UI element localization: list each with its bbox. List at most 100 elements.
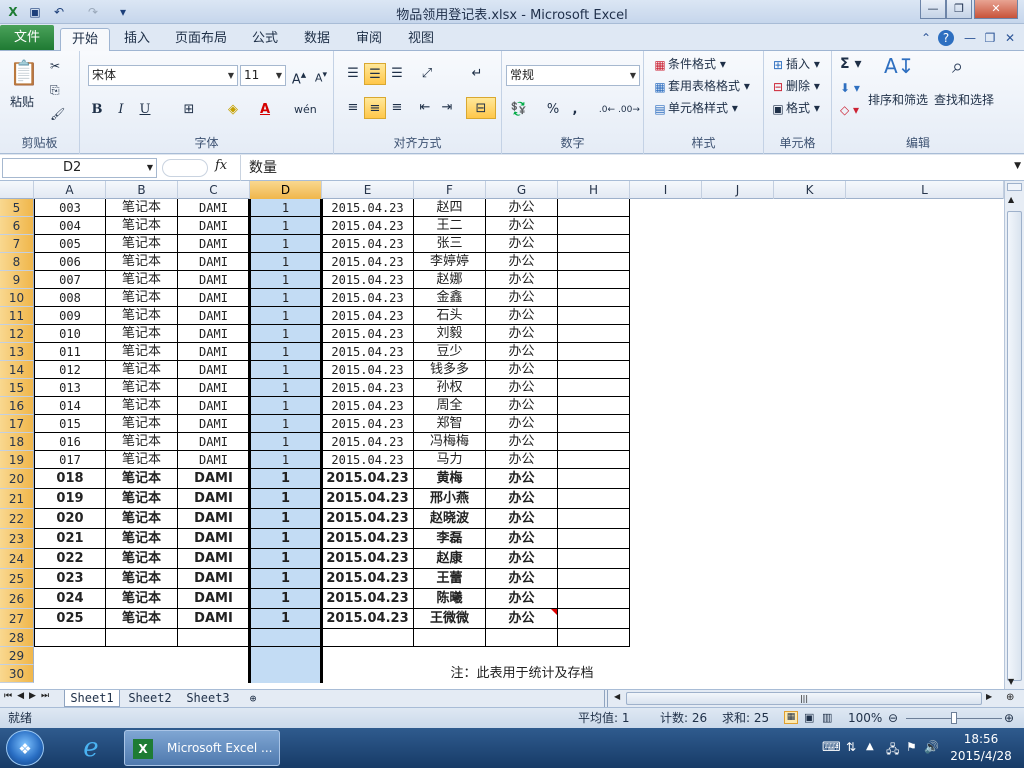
cell-c-25[interactable]: DAMI — [178, 569, 250, 589]
cell-c-7[interactable]: DAMI — [178, 235, 250, 253]
cell-h-23[interactable] — [558, 529, 630, 549]
cell-e-9[interactable]: 2015.04.23 — [322, 271, 414, 289]
start-button-icon[interactable]: ❖ — [6, 730, 44, 766]
copy-icon[interactable]: ⎘ — [50, 81, 60, 99]
cell-c-6[interactable]: DAMI — [178, 217, 250, 235]
cell-c-9[interactable]: DAMI — [178, 271, 250, 289]
cell-g-6[interactable]: 办公 — [486, 217, 558, 235]
cell-f-7[interactable]: 张三 — [414, 235, 486, 253]
cell-b-9[interactable]: 笔记本 — [106, 271, 178, 289]
cell-a-24[interactable]: 022 — [34, 549, 106, 569]
cell-g-20[interactable]: 办公 — [486, 469, 558, 489]
cell-e-25[interactable]: 2015.04.23 — [322, 569, 414, 589]
name-box[interactable]: D2 ▼ — [2, 158, 157, 178]
cell-d-17[interactable]: 1 — [250, 415, 322, 433]
zoom-out-icon[interactable]: ⊖ — [888, 708, 898, 728]
cell-a-8[interactable]: 006 — [34, 253, 106, 271]
row-header[interactable]: 18 — [0, 433, 34, 451]
cell-h-18[interactable] — [558, 433, 630, 451]
hscroll-thumb[interactable]: ||| — [626, 692, 982, 705]
row-header[interactable]: 23 — [0, 529, 34, 549]
font-name-combo[interactable]: 宋体 ▼ — [88, 65, 238, 86]
cell-b-21[interactable]: 笔记本 — [106, 489, 178, 509]
conditional-format-button[interactable]: ▦ 条件格式 ▾ — [652, 55, 726, 73]
sheet-tab-1[interactable]: Sheet1 — [64, 690, 120, 707]
increase-decimal-icon[interactable]: .0← — [596, 99, 618, 121]
align-bottom-icon[interactable]: ☰ — [386, 63, 408, 85]
cell-h-14[interactable] — [558, 361, 630, 379]
cell-d-19[interactable]: 1 — [250, 451, 322, 469]
row-header[interactable]: 21 — [0, 489, 34, 509]
cell-f-5[interactable]: 赵四 — [414, 199, 486, 217]
cell-a-19[interactable]: 017 — [34, 451, 106, 469]
cell-f-23[interactable]: 李磊 — [414, 529, 486, 549]
underline-button[interactable]: U — [134, 99, 156, 121]
row-header[interactable]: 20 — [0, 469, 34, 489]
sheet-tab-2[interactable]: Sheet2 — [122, 690, 178, 707]
note-text[interactable]: 注：此表用于统计及存档 — [414, 665, 630, 683]
row-header[interactable]: 29 — [0, 647, 34, 665]
column-header-h[interactable]: H — [558, 181, 630, 199]
wrap-text-icon[interactable]: ↵ — [466, 63, 488, 85]
cell-h-26[interactable] — [558, 589, 630, 609]
column-header-c[interactable]: C — [178, 181, 250, 199]
format-cells-button[interactable]: ▣ 格式 ▾ — [770, 99, 820, 117]
cell-b-26[interactable]: 笔记本 — [106, 589, 178, 609]
align-top-icon[interactable]: ☰ — [342, 63, 364, 85]
cell-b-28[interactable] — [106, 629, 178, 647]
cell-h-17[interactable] — [558, 415, 630, 433]
cell-c-19[interactable]: DAMI — [178, 451, 250, 469]
tab-page-layout[interactable]: 页面布局 — [170, 28, 232, 51]
currency-icon[interactable]: 💱 — [508, 99, 530, 121]
row-header[interactable]: 27 — [0, 609, 34, 629]
cell-a-10[interactable]: 008 — [34, 289, 106, 307]
cell-e-14[interactable]: 2015.04.23 — [322, 361, 414, 379]
cell-c-28[interactable] — [178, 629, 250, 647]
sheet-tab-3[interactable]: Sheet3 — [180, 690, 236, 707]
percent-button[interactable]: % — [542, 99, 564, 121]
row-header[interactable]: 19 — [0, 451, 34, 469]
cell-b-6[interactable]: 笔记本 — [106, 217, 178, 235]
cell-a-26[interactable]: 024 — [34, 589, 106, 609]
cell-c-26[interactable]: DAMI — [178, 589, 250, 609]
workbook-restore-icon[interactable]: ❐ — [982, 30, 998, 46]
cell-e-10[interactable]: 2015.04.23 — [322, 289, 414, 307]
cell-d-20[interactable]: 1 — [250, 469, 322, 489]
column-header-d[interactable]: D — [250, 181, 322, 199]
zoom-level[interactable]: 100% — [848, 708, 882, 728]
cell-a-13[interactable]: 011 — [34, 343, 106, 361]
cell-e-27[interactable]: 2015.04.23 — [322, 609, 414, 629]
cell-d-8[interactable]: 1 — [250, 253, 322, 271]
cell-g-12[interactable]: 办公 — [486, 325, 558, 343]
cell-b-27[interactable]: 笔记本 — [106, 609, 178, 629]
column-header-b[interactable]: B — [106, 181, 178, 199]
row-header[interactable]: 24 — [0, 549, 34, 569]
cell-c-21[interactable]: DAMI — [178, 489, 250, 509]
cell-d-11[interactable]: 1 — [250, 307, 322, 325]
scroll-up-icon[interactable]: ▲ — [1008, 195, 1014, 204]
cell-f-24[interactable]: 赵康 — [414, 549, 486, 569]
cell-d-7[interactable]: 1 — [250, 235, 322, 253]
cell-a-22[interactable]: 020 — [34, 509, 106, 529]
cell-g-16[interactable]: 办公 — [486, 397, 558, 415]
cell-styles-button[interactable]: ▤ 单元格样式 ▾ — [652, 99, 738, 117]
taskbar-excel-button[interactable]: X Microsoft Excel ... — [124, 730, 280, 766]
flag-icon[interactable]: ⚑ — [906, 740, 917, 754]
row-header[interactable]: 25 — [0, 569, 34, 589]
cell-b-22[interactable]: 笔记本 — [106, 509, 178, 529]
cell-f-28[interactable] — [414, 629, 486, 647]
cell-h-25[interactable] — [558, 569, 630, 589]
cell-a-25[interactable]: 023 — [34, 569, 106, 589]
cell-e-28[interactable] — [322, 629, 414, 647]
cell-d-21[interactable]: 1 — [250, 489, 322, 509]
row-header[interactable]: 9 — [0, 271, 34, 289]
cell-d-14[interactable]: 1 — [250, 361, 322, 379]
row-header[interactable]: 5 — [0, 199, 34, 217]
column-header-g[interactable]: G — [486, 181, 558, 199]
formula-input[interactable]: 数量 — [240, 155, 1006, 181]
internet-explorer-icon[interactable]: e — [66, 730, 116, 766]
column-header-j[interactable]: J — [702, 181, 774, 199]
help-icon[interactable]: ? — [938, 30, 954, 46]
cell-d-22[interactable]: 1 — [250, 509, 322, 529]
cell-h-19[interactable] — [558, 451, 630, 469]
